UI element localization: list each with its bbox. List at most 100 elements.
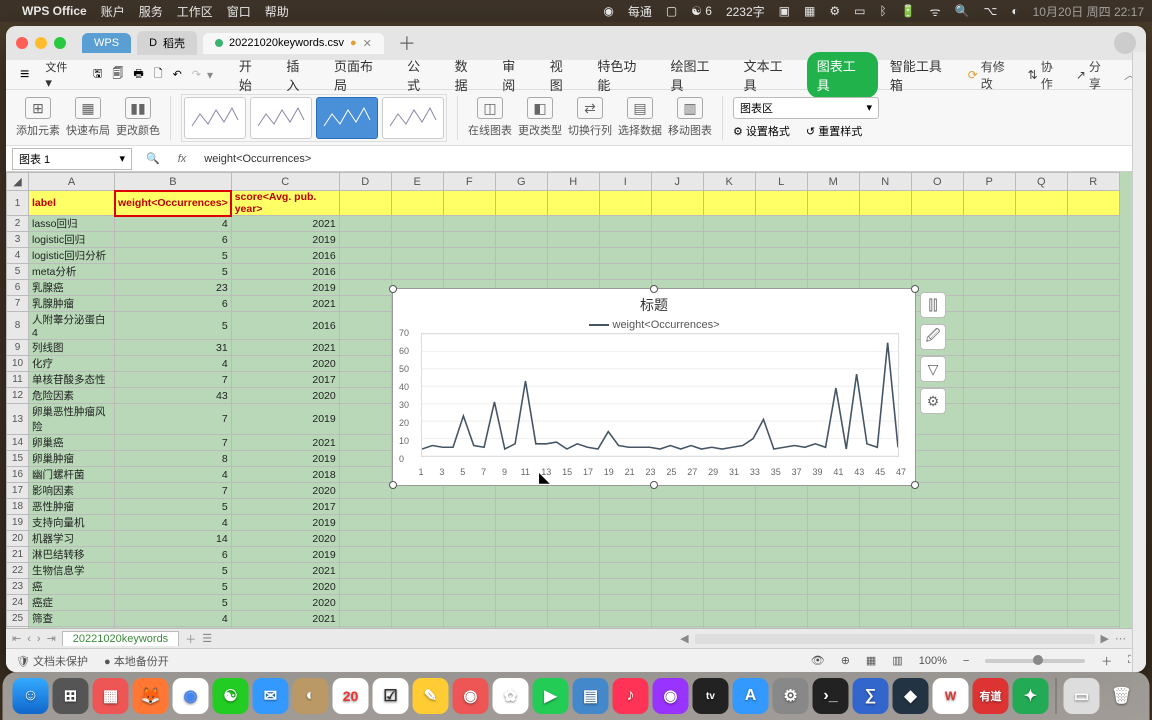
change-color-button[interactable]: ▮▮更改颜色	[116, 97, 160, 138]
status-cam-icon[interactable]: ▣	[779, 4, 790, 18]
zoom-in-button[interactable]: ＋	[1101, 653, 1112, 669]
resize-handle[interactable]	[650, 481, 658, 489]
dock-settings[interactable]: ⚙	[773, 678, 809, 714]
share-button[interactable]: ↗分享	[1076, 58, 1112, 92]
tab-wps-home[interactable]: WPS	[82, 33, 131, 53]
dock-terminal[interactable]: ›_	[813, 678, 849, 714]
spotlight-icon[interactable]: 🔍	[955, 4, 970, 18]
sheet-list-button[interactable]: ☰	[202, 632, 212, 645]
resize-handle[interactable]	[911, 285, 919, 293]
qat-more-icon[interactable]: ▾	[207, 68, 213, 82]
chart-elements-icon[interactable]: ⫿⫿	[920, 292, 946, 318]
view-normal-icon[interactable]: ▦	[866, 654, 876, 667]
table-row[interactable]: 20机器学习142020	[7, 531, 1120, 547]
add-sheet-button[interactable]: ＋	[185, 631, 196, 647]
dock-wechat[interactable]: ☯	[213, 678, 249, 714]
bluetooth-icon[interactable]: ᛒ	[879, 4, 886, 18]
zoom-value[interactable]: 100%	[919, 655, 947, 667]
dock-photos[interactable]: ✿	[493, 678, 529, 714]
dock-notes[interactable]: ✎	[413, 678, 449, 714]
chart-plot-area[interactable]	[421, 333, 899, 457]
zoom-out-button[interactable]: −	[963, 655, 969, 667]
chart-style-2[interactable]	[250, 97, 312, 139]
add-element-button[interactable]: ⊞添加元素	[16, 97, 60, 138]
menu-workspace[interactable]: 工作区	[177, 3, 213, 20]
zoom-formula-icon[interactable]: 🔍	[138, 152, 168, 165]
print-icon[interactable]: 🖶	[129, 65, 147, 84]
hamburger-button[interactable]: ≡	[16, 66, 33, 84]
view-page-icon[interactable]: ▥	[892, 654, 902, 667]
backup-status[interactable]: ● 本地备份开	[104, 653, 169, 669]
battery-icon[interactable]: 🔋	[901, 4, 916, 18]
table-row[interactable]: 24癌症52020	[7, 595, 1120, 611]
status-chars[interactable]: 2232字	[726, 3, 765, 20]
status-screen-icon[interactable]: ▦	[804, 4, 815, 18]
menu-file-dd[interactable]: 文件 ▾	[35, 55, 87, 95]
menu-account[interactable]: 账户	[101, 3, 125, 20]
sheet-menu-dots[interactable]: ⋯	[1115, 632, 1126, 645]
controlcenter-icon[interactable]: ⌥	[984, 4, 998, 18]
dock-preview[interactable]: ▤	[573, 678, 609, 714]
menu-help[interactable]: 帮助	[265, 3, 289, 20]
chart-legend[interactable]: weight<Occurrences>	[393, 315, 915, 335]
menu-window[interactable]: 窗口	[227, 3, 251, 20]
chart-style-icon[interactable]: 🖉	[920, 324, 946, 350]
table-row[interactable]: 4logistic回归分析52016	[7, 248, 1120, 264]
chart-style-3-selected[interactable]	[316, 97, 378, 139]
resize-handle[interactable]	[389, 285, 397, 293]
col-header-B[interactable]: B	[115, 173, 232, 191]
save-icon[interactable]: 🖫	[89, 65, 106, 84]
table-row[interactable]: 25筛查42021	[7, 611, 1120, 627]
table-row[interactable]: 19支持向量机42019	[7, 515, 1120, 531]
resize-handle[interactable]	[389, 481, 397, 489]
redo-icon[interactable]: ↷	[188, 68, 205, 81]
undo-icon[interactable]: ↶	[169, 68, 186, 81]
wechat-icon[interactable]: ☯ 6	[691, 4, 712, 18]
status-text1[interactable]: 每通	[628, 3, 652, 20]
close-button[interactable]	[16, 37, 28, 49]
print-preview-icon[interactable]: 🗋	[150, 65, 167, 84]
resize-handle[interactable]	[911, 481, 919, 489]
switch-rowcol-button[interactable]: ⇄切换行列	[568, 97, 612, 138]
dock-launchpad[interactable]: ⊞	[53, 678, 89, 714]
menu-service[interactable]: 服务	[139, 3, 163, 20]
siri-icon[interactable]: ◐	[1011, 4, 1018, 18]
quick-layout-button[interactable]: ▦快速布局	[66, 97, 110, 138]
right-sidebar-collapsed[interactable]	[1132, 52, 1146, 672]
dock-app-dark[interactable]: ◆	[893, 678, 929, 714]
sheet-nav-prev[interactable]: ‹	[27, 633, 31, 645]
table-row[interactable]: 23癌52020	[7, 579, 1120, 595]
name-box[interactable]: 图表 1▾	[12, 148, 132, 170]
chart-area-select[interactable]: 图表区▾	[733, 97, 879, 119]
minimize-button[interactable]	[35, 37, 47, 49]
dock-music[interactable]: ♪	[613, 678, 649, 714]
table-row[interactable]: 5meta分析52016	[7, 264, 1120, 280]
formula-value[interactable]: weight<Occurrences>	[196, 153, 1146, 165]
collab-button[interactable]: ⇅协作	[1028, 58, 1064, 92]
dock-firefox[interactable]: 🦊	[133, 678, 169, 714]
hscroll-right[interactable]: ▶	[1101, 632, 1109, 645]
tab-docer[interactable]: D 稻壳	[137, 31, 197, 55]
chart-filter-icon[interactable]: ▽	[920, 356, 946, 382]
dock-wps[interactable]: W	[933, 678, 969, 714]
dock-tv[interactable]: tv	[693, 678, 729, 714]
dock-contacts[interactable]: ◐	[293, 678, 329, 714]
table-row[interactable]: 18恶性肿瘤52017	[7, 499, 1120, 515]
status-rec-icon[interactable]: ◉	[603, 4, 613, 18]
tab-file-csv[interactable]: 20221020keywords.csv ● ✕	[203, 33, 384, 54]
doc-protect-status[interactable]: 🛡 文档未保护	[16, 653, 88, 669]
user-avatar[interactable]	[1114, 32, 1136, 54]
wifi-icon[interactable]: ᯤ	[930, 3, 941, 20]
dock-app-green[interactable]: ✦	[1013, 678, 1049, 714]
online-chart-button[interactable]: ◫在线图表	[468, 97, 512, 138]
set-format-button[interactable]: ⚙ 设置格式	[733, 123, 790, 139]
status-datetime[interactable]: 10月20日 周四 22:17	[1033, 3, 1144, 20]
status-display-icon[interactable]: ▭	[854, 4, 865, 18]
resize-handle[interactable]	[650, 285, 658, 293]
change-type-button[interactable]: ◧更改类型	[518, 97, 562, 138]
dock-finder[interactable]: ☺	[13, 678, 49, 714]
chart-style-4[interactable]	[382, 97, 444, 139]
sheet-nav-first[interactable]: ⇤	[12, 632, 21, 645]
select-all-corner[interactable]: ◢	[7, 173, 29, 191]
app-name[interactable]: WPS Office	[22, 4, 87, 18]
